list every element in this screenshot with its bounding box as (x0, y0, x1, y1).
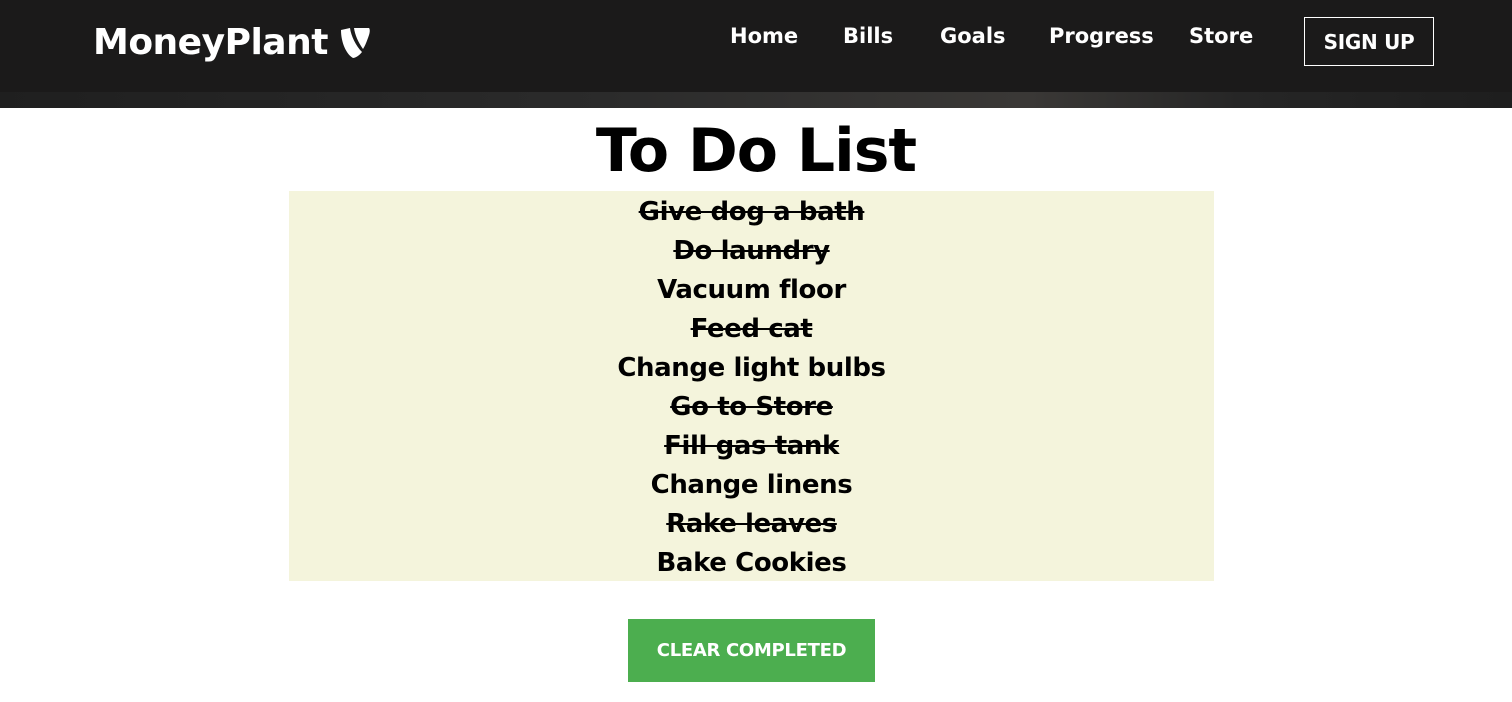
todo-item[interactable]: Go to Store (289, 388, 1214, 427)
todo-item[interactable]: Bake Cookies (289, 544, 1214, 583)
top-navbar: MoneyPlant Home Bills Goals Progress Sto… (0, 0, 1512, 92)
nav-home[interactable]: Home (730, 22, 798, 50)
page-title: To Do List (595, 116, 917, 186)
todo-item[interactable]: Change linens (289, 466, 1214, 505)
todo-item[interactable]: Rake leaves (289, 505, 1214, 544)
todo-item[interactable]: Give dog a bath (289, 193, 1214, 232)
sign-up-button[interactable]: SIGN UP (1304, 17, 1434, 66)
todo-item[interactable]: Feed cat (289, 310, 1214, 349)
nav-bills[interactable]: Bills (843, 22, 893, 50)
nav-progress[interactable]: Progress (1049, 22, 1154, 50)
todo-item[interactable]: Do laundry (289, 232, 1214, 271)
nav-goals[interactable]: Goals (940, 22, 1006, 50)
todo-item[interactable]: Vacuum floor (289, 271, 1214, 310)
todo-item[interactable]: Fill gas tank (289, 427, 1214, 466)
nav-store[interactable]: Store (1189, 22, 1253, 50)
hero-image-strip (0, 92, 1512, 108)
todo-list: Give dog a bath Do laundry Vacuum floor … (289, 191, 1214, 581)
todo-item[interactable]: Change light bulbs (289, 349, 1214, 388)
clear-completed-button[interactable]: CLEAR COMPLETED (628, 619, 875, 682)
nav-links: Home Bills Goals Progress Store (0, 22, 1512, 52)
